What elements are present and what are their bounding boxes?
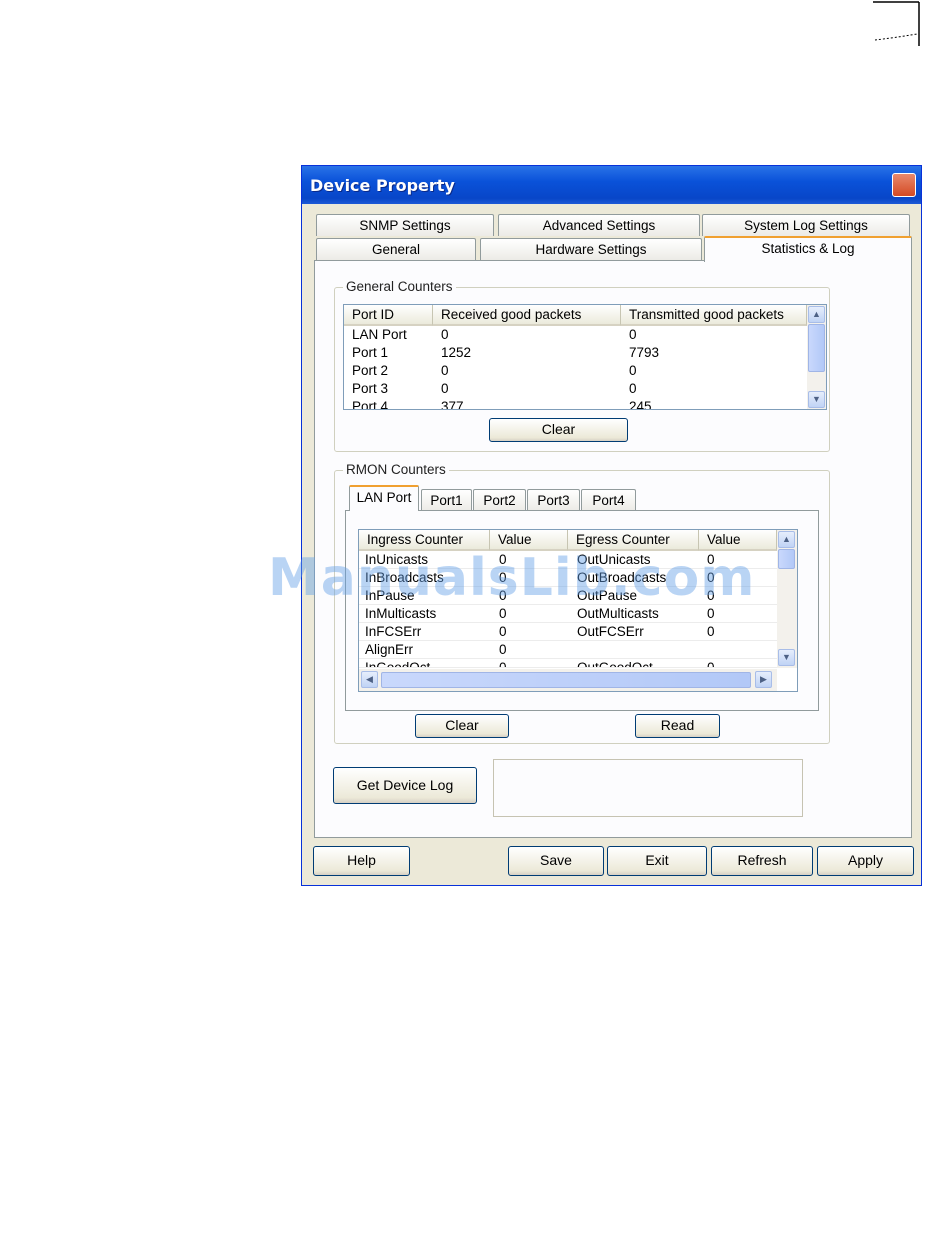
table-cell: 0 — [499, 660, 507, 668]
scroll-up-icon: ▲ — [782, 534, 791, 544]
column-header-transmitted[interactable]: Transmitted good packets — [621, 305, 807, 326]
table-cell: 377 — [441, 399, 464, 410]
rmon-clear-button[interactable]: Clear — [415, 714, 509, 738]
apply-button[interactable]: Apply — [817, 846, 914, 876]
scroll-down-button[interactable]: ▼ — [808, 391, 825, 408]
table-cell: 0 — [499, 642, 507, 657]
table-cell: InGoodOct — [365, 660, 431, 668]
scroll-down-button[interactable]: ▼ — [778, 649, 795, 666]
table-row: AlignErr 0 — [359, 641, 777, 659]
rmon-read-button[interactable]: Read — [635, 714, 720, 738]
get-device-log-button[interactable]: Get Device Log — [333, 767, 477, 804]
tab-snmp-settings[interactable]: SNMP Settings — [316, 214, 494, 236]
table-cell: 245 — [629, 399, 652, 410]
scroll-right-icon: ▶ — [760, 674, 767, 684]
table-cell: 0 — [629, 327, 637, 342]
table-cell: 0 — [707, 660, 715, 668]
tab-system-log-settings[interactable]: System Log Settings — [702, 214, 910, 236]
window-title: Device Property — [310, 176, 455, 195]
scroll-down-icon: ▼ — [812, 394, 821, 404]
help-button[interactable]: Help — [313, 846, 410, 876]
scroll-left-button[interactable]: ◀ — [361, 671, 378, 688]
scroll-thumb[interactable] — [778, 549, 795, 569]
tab-statistics-log[interactable]: Statistics & Log — [704, 236, 912, 262]
table-cell: 0 — [499, 624, 507, 639]
table-cell: Port 1 — [352, 345, 389, 360]
rmon-tab-port4[interactable]: Port4 — [581, 489, 636, 511]
device-property-dialog: Device Property SNMP Settings Advanced S… — [301, 165, 922, 886]
table-cell: InFCSErr — [365, 624, 422, 639]
scroll-right-button[interactable]: ▶ — [755, 671, 772, 688]
table-cell: 1252 — [441, 345, 472, 360]
column-header-received[interactable]: Received good packets — [433, 305, 621, 326]
refresh-button[interactable]: Refresh — [711, 846, 813, 876]
table-cell: LAN Port — [352, 327, 407, 342]
rmon-vscrollbar[interactable]: ▲ ▼ — [777, 530, 797, 668]
general-counters-list[interactable]: Port ID Received good packets Transmitte… — [343, 304, 827, 410]
rmon-tab-port3[interactable]: Port3 — [527, 489, 580, 511]
table-cell: 0 — [441, 381, 449, 396]
rmon-counters-label: RMON Counters — [343, 462, 449, 477]
rmon-tab-lan-port[interactable]: LAN Port — [349, 485, 419, 511]
table-cell: 0 — [707, 624, 715, 639]
scroll-up-button[interactable]: ▲ — [808, 306, 825, 323]
table-cell: OutFCSErr — [577, 624, 644, 639]
rmon-tab-port2[interactable]: Port2 — [473, 489, 526, 511]
table-cell: 0 — [441, 327, 449, 342]
scroll-left-icon: ◀ — [366, 674, 373, 684]
rmon-hscrollbar[interactable]: ◀ ▶ — [359, 669, 777, 691]
exit-button[interactable]: Exit — [607, 846, 707, 876]
general-clear-button[interactable]: Clear — [489, 418, 628, 442]
scroll-thumb[interactable] — [808, 324, 825, 372]
table-cell: Port 2 — [352, 363, 389, 378]
rmon-tab-pane: Ingress Counter Value Egress Counter Val… — [345, 510, 819, 711]
table-cell: OutGoodOct — [577, 660, 653, 668]
table-cell: AlignErr — [365, 642, 414, 657]
close-button[interactable] — [892, 173, 916, 197]
tab-hardware-settings[interactable]: Hardware Settings — [480, 238, 702, 260]
title-bar: Device Property — [302, 166, 921, 204]
tab-general[interactable]: General — [316, 238, 476, 260]
watermark: ManualsLib.com — [268, 548, 756, 608]
table-cell: 0 — [441, 363, 449, 378]
table-cell: 7793 — [629, 345, 660, 360]
table-cell: Port 4 — [352, 399, 389, 410]
table-cell: 0 — [629, 363, 637, 378]
scroll-thumb[interactable] — [381, 672, 751, 688]
rmon-tab-port1[interactable]: Port1 — [421, 489, 472, 511]
general-counters-label: General Counters — [343, 279, 456, 294]
scroll-up-icon: ▲ — [812, 309, 821, 319]
table-row: InFCSErr 0 OutFCSErr 0 — [359, 623, 777, 641]
general-counters-vscrollbar[interactable]: ▲ ▼ — [807, 305, 826, 409]
table-cell: 0 — [629, 381, 637, 396]
table-cell: Port 3 — [352, 381, 389, 396]
scroll-up-button[interactable]: ▲ — [778, 531, 795, 548]
column-header-port-id[interactable]: Port ID — [344, 305, 433, 326]
save-button[interactable]: Save — [508, 846, 604, 876]
scroll-down-icon: ▼ — [782, 652, 791, 662]
table-row: InGoodOct 0 OutGoodOct 0 — [359, 659, 777, 668]
tab-advanced-settings[interactable]: Advanced Settings — [498, 214, 700, 236]
page-corner-mark — [873, 1, 920, 46]
device-log-output[interactable] — [493, 759, 803, 817]
